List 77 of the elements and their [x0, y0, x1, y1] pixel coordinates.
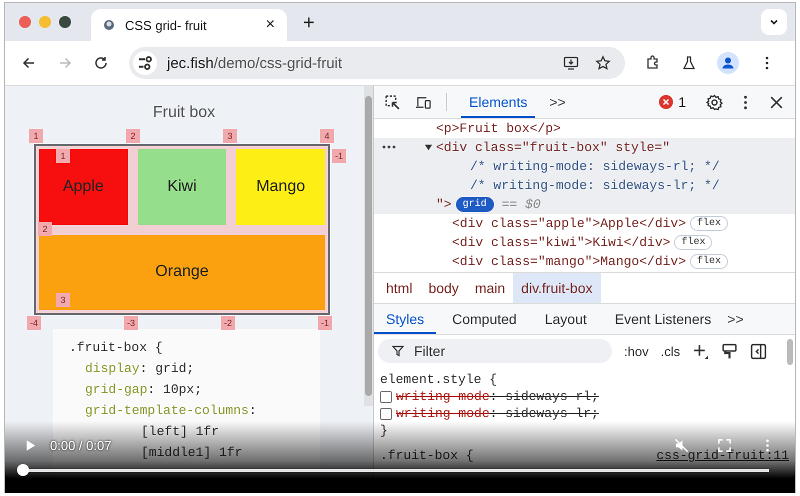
grid-line-number: 1	[29, 129, 43, 143]
css-selector: .fruit-box {	[380, 448, 474, 463]
scrollbar[interactable]	[787, 339, 793, 365]
dom-node[interactable]: <p>Fruit box</p>	[374, 119, 795, 138]
devtools-tab[interactable]: Elements	[461, 86, 536, 118]
address-bar[interactable]: jec.fish/demo/css-grid-fruit	[129, 47, 625, 79]
settings-icon[interactable]	[706, 94, 723, 110]
browser-tab[interactable]: CSS grid- fruit ×	[91, 9, 287, 41]
grid-line-number: -3	[124, 316, 138, 330]
star-icon[interactable]	[595, 55, 611, 71]
code-line: [middle1] 1fr	[141, 444, 242, 462]
panel-tab[interactable]: Event Listeners	[602, 304, 724, 334]
paint-roller-icon[interactable]	[721, 342, 738, 360]
page-heading: Fruit box	[152, 104, 216, 122]
back-icon[interactable]	[21, 55, 37, 71]
grid-line-number: 2	[126, 129, 140, 143]
filter-field[interactable]: Filter	[378, 339, 612, 363]
grid-line-number: 3	[223, 129, 237, 143]
grid-line-number: -1	[332, 149, 346, 163]
close-tab-button[interactable]: ×	[266, 16, 275, 34]
breadcrumb[interactable]: html	[378, 273, 420, 303]
dom-node[interactable]: <div class="kiwi">Kiwi</div> flex	[374, 233, 795, 252]
sidebar-toggle-icon[interactable]	[750, 342, 768, 360]
grid-line-number: -4	[27, 316, 42, 330]
more-icon[interactable]	[382, 145, 396, 149]
video-time: 0:00 / 0:07	[50, 438, 112, 452]
checkbox[interactable]	[380, 408, 392, 420]
hover-state-toggle[interactable]: :hov	[624, 344, 649, 358]
panel-tab[interactable]: Styles	[374, 304, 436, 334]
breadcrumb[interactable]: main	[466, 273, 514, 303]
plus-icon[interactable]	[692, 342, 710, 360]
panel-tab[interactable]: Computed	[440, 304, 529, 334]
flask-icon[interactable]	[681, 55, 697, 71]
css-declaration: writing-mode: sideways-lr;	[396, 406, 599, 421]
dom-node[interactable]: <div class="apple">Apple</div> flex	[374, 214, 795, 233]
profile-avatar-icon[interactable]	[717, 52, 739, 74]
class-toggle[interactable]: .cls	[660, 344, 680, 358]
close-icon[interactable]	[768, 94, 785, 110]
code-line: grid-template-columns:	[85, 402, 257, 420]
window-control-dot[interactable]	[19, 16, 31, 28]
panel-tab[interactable]: Layout	[532, 304, 599, 334]
checkbox[interactable]	[380, 390, 392, 402]
window-control-dot[interactable]	[59, 16, 71, 28]
more-tabs-button[interactable]: >>	[727, 304, 744, 334]
grid-line-number: -1	[318, 316, 332, 330]
error-count[interactable]: 1	[659, 94, 686, 110]
inspect-element-icon[interactable]	[384, 94, 401, 110]
css-brace: }	[380, 423, 388, 438]
new-tab-button[interactable]: +	[303, 12, 315, 35]
css-selector: element.style {	[380, 372, 498, 387]
reload-icon[interactable]	[93, 55, 109, 71]
window-control-dot[interactable]	[39, 16, 51, 28]
install-icon[interactable]	[563, 55, 579, 71]
expand-triangle-icon[interactable]	[424, 143, 433, 152]
source-link[interactable]: css-grid-fruit:11	[656, 448, 789, 463]
grid-item: Mango	[236, 149, 325, 224]
filter-icon	[392, 345, 404, 357]
grid-line-number: 2	[38, 222, 52, 236]
breadcrumb[interactable]: div.fruit-box	[513, 273, 600, 303]
more-tabs-button[interactable]: >>	[549, 94, 566, 110]
grid-line-number: 1	[56, 149, 70, 163]
code-line: display: grid;	[85, 360, 194, 378]
site-settings-icon[interactable]	[133, 51, 157, 75]
code-line: [left] 1fr	[141, 423, 220, 441]
code-line: grid-gap: 10px;	[85, 381, 202, 399]
grid-line-number: 3	[56, 293, 70, 307]
breadcrumb[interactable]: body	[420, 273, 467, 303]
tab-search-button[interactable]	[761, 9, 787, 35]
dom-node[interactable]: <div class="mango">Mango</div> flex	[374, 252, 795, 271]
grid-line-number: 4	[320, 129, 334, 143]
css-declaration: writing-mode: sideways-rl;	[396, 389, 599, 404]
scrollbar[interactable]	[364, 86, 373, 406]
grid-item: Kiwi	[138, 149, 226, 224]
favicon-icon	[103, 19, 115, 31]
dom-node[interactable]: <div class="fruit-box" style=" /* writing-mode: sideways-rl; */ /* writing-mode: sideways-lr; */ "> grid == $0	[374, 138, 795, 214]
code-line: .fruit-box {	[69, 339, 163, 357]
grid-line-number: -2	[221, 316, 236, 330]
